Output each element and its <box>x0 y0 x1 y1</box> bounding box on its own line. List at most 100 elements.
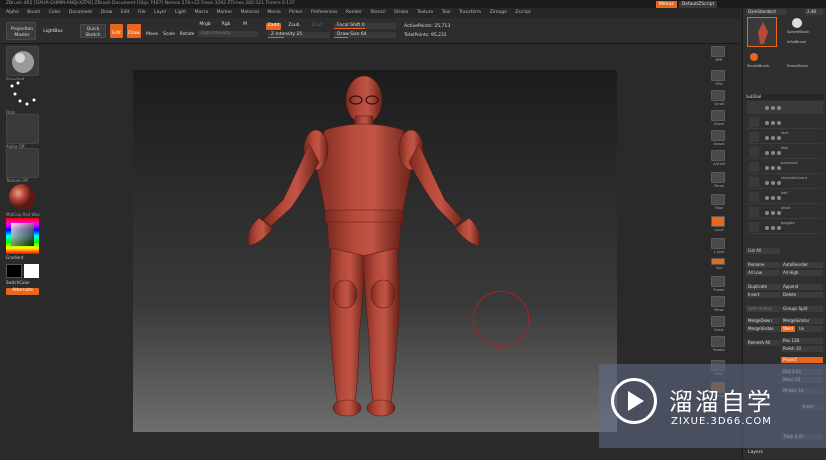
subtool-row[interactable] <box>747 116 823 129</box>
quick-sketch-button[interactable]: Quick Sketch <box>80 24 106 38</box>
aahalf-icon[interactable] <box>711 150 725 161</box>
actual-icon[interactable] <box>711 130 725 141</box>
groups-split-button[interactable]: Groups Split <box>781 306 823 312</box>
zoom-icon[interactable] <box>711 110 725 121</box>
brush-standard-slot[interactable] <box>6 46 39 76</box>
secondary-color-swatch[interactable] <box>6 264 22 278</box>
menu-render[interactable]: Render <box>346 10 362 15</box>
subtool-row[interactable]: feet <box>747 146 823 159</box>
menu-color[interactable]: Color <box>49 10 61 15</box>
rename-button[interactable]: Rename <box>746 262 780 268</box>
bpr-icon[interactable] <box>711 46 725 57</box>
menu-zimage[interactable]: Zimage <box>490 10 507 15</box>
alpha-slot[interactable] <box>6 114 39 144</box>
all-high-button[interactable]: All High <box>781 270 823 276</box>
lightbox-button[interactable]: LightBox <box>40 29 66 35</box>
zcut-button[interactable]: Zcut <box>310 23 324 29</box>
main-color-swatch[interactable] <box>24 264 39 278</box>
subtool-toggles[interactable] <box>765 121 795 125</box>
draw-size-slider[interactable]: Draw Size 64 <box>334 32 396 38</box>
zadd-button[interactable]: Zadd <box>266 23 281 30</box>
canvas-viewport[interactable] <box>133 70 617 432</box>
local-icon[interactable] <box>711 216 725 227</box>
spix-icon[interactable] <box>711 70 725 81</box>
subtool-row[interactable]: glove <box>747 206 823 219</box>
persp-icon[interactable] <box>711 172 725 183</box>
merge-similar-button[interactable]: MergeSimilar <box>781 318 823 324</box>
rgb-intensity-slider[interactable]: Rgb Intensity <box>198 31 258 37</box>
menu-texture[interactable]: Texture <box>417 10 433 15</box>
menu-edit[interactable]: Edit <box>121 10 130 15</box>
mrgb-button[interactable]: Mrgb <box>198 22 212 28</box>
polish-slider[interactable]: Polish 10 <box>781 346 823 352</box>
split-hidden-button[interactable]: Split Hidden <box>746 306 780 312</box>
texture-slot[interactable] <box>6 148 39 178</box>
scale-button[interactable]: Scale <box>162 32 176 38</box>
subtool-toggles[interactable] <box>765 196 795 200</box>
default-zscript-button[interactable]: DefaultZScript <box>678 0 718 8</box>
edit-button[interactable]: Edit <box>110 24 123 38</box>
remesh-all-button[interactable]: Remesh All <box>746 340 780 346</box>
subtool-toggles[interactable] <box>765 136 795 140</box>
menu-brush[interactable]: Brush <box>27 10 40 15</box>
merge-down-button[interactable]: MergeDown <box>746 318 780 324</box>
switch-color-button[interactable]: SwitchColor <box>6 280 30 285</box>
menu-preferences[interactable]: Preferences <box>311 10 337 15</box>
lsym-icon[interactable] <box>711 238 725 249</box>
menu-draw[interactable]: Draw <box>101 10 113 15</box>
list-all-button[interactable]: List All <box>746 248 780 254</box>
menu-stencil[interactable]: Stencil <box>370 10 385 15</box>
material-slot[interactable] <box>6 182 39 212</box>
auto-reorder-button[interactable]: AutoReorder <box>781 262 823 268</box>
subtool-row[interactable]: belt <box>747 191 823 204</box>
menu-stroke[interactable]: Stroke <box>394 10 408 15</box>
stroke-dots-slot[interactable] <box>6 80 39 110</box>
subtool-row[interactable] <box>747 101 823 114</box>
focal-shift-slider[interactable]: Focal Shift 0 <box>334 23 396 29</box>
duplicate-button[interactable]: Duplicate <box>746 284 780 290</box>
menu-zscript[interactable]: Zscript <box>515 10 531 15</box>
merge-visible-button[interactable]: MergeVisible <box>746 326 780 332</box>
draw-button[interactable]: Draw <box>127 24 141 38</box>
alternate-button[interactable]: Alternate <box>6 288 39 295</box>
subtool-toggles[interactable] <box>765 151 795 155</box>
menu-movie[interactable]: Movie <box>267 10 280 15</box>
scale-icon[interactable] <box>711 316 725 327</box>
move-button[interactable]: Move <box>145 32 159 38</box>
scroll-icon[interactable] <box>711 90 725 101</box>
menu-tool[interactable]: Tool <box>442 10 451 15</box>
color-picker[interactable] <box>6 218 39 254</box>
menu-layer[interactable]: Layer <box>154 10 167 15</box>
xyz-icon[interactable] <box>711 258 725 265</box>
m-button[interactable]: M <box>242 22 248 28</box>
menu-light[interactable]: Light <box>175 10 186 15</box>
layers-header[interactable]: Layers <box>748 450 763 455</box>
zsub-button[interactable]: Zsub <box>287 23 301 29</box>
project-button[interactable]: Project <box>781 357 823 363</box>
res-slider[interactable]: Res 128 <box>781 338 823 344</box>
simple-brush-thumb[interactable] <box>747 52 761 62</box>
subtool-toggles[interactable] <box>765 211 795 215</box>
menu-picker[interactable]: Picker <box>289 10 302 15</box>
menu-document[interactable]: Document <box>69 10 92 15</box>
subtool-toggles[interactable] <box>765 181 795 185</box>
floor-icon[interactable] <box>711 194 725 205</box>
insert-button[interactable]: Insert <box>746 292 780 298</box>
subtool-toggles[interactable] <box>765 226 795 230</box>
frame-icon[interactable] <box>711 276 725 287</box>
menu-marker[interactable]: Marker <box>217 10 233 15</box>
rgb-button[interactable]: Rgb <box>220 22 232 28</box>
gradient-label[interactable]: Gradient <box>6 255 23 260</box>
rotate-button[interactable]: Rotate <box>179 32 195 38</box>
uv-toggle[interactable]: Uv <box>797 326 823 332</box>
menu-material[interactable]: Material <box>241 10 259 15</box>
move-icon[interactable] <box>711 296 725 307</box>
projection-master-button[interactable]: Projection Master <box>6 22 36 40</box>
subtool-row[interactable]: backpack <box>747 161 823 174</box>
menu-file[interactable]: File <box>138 10 146 15</box>
menus-button[interactable]: Menus <box>656 0 677 8</box>
subtool-row[interactable]: skirt <box>747 131 823 144</box>
menu-transform[interactable]: Transform <box>459 10 481 15</box>
damstandard-brush-thumb[interactable] <box>747 17 777 47</box>
subtool-header[interactable]: SubTool <box>746 94 824 100</box>
